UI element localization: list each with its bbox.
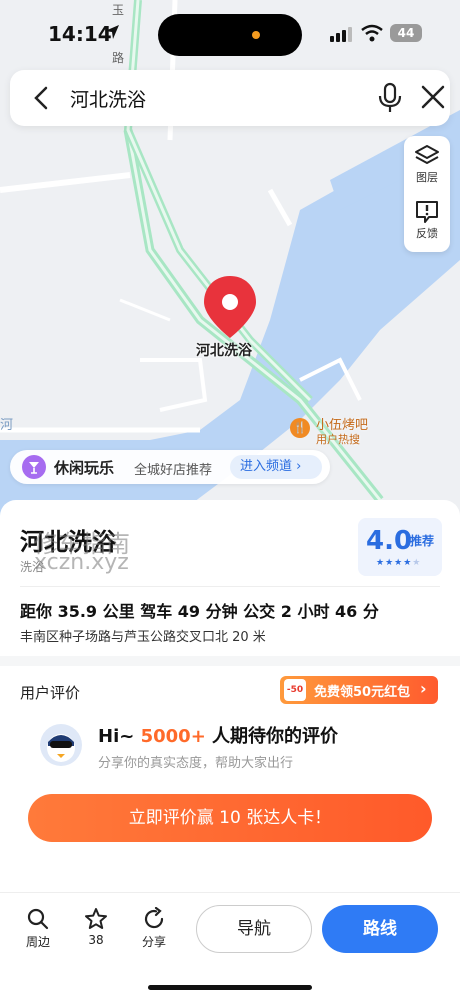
search-icon	[27, 908, 49, 930]
divider	[20, 586, 440, 587]
wifi-icon	[361, 24, 383, 42]
share-label: 分享	[141, 935, 166, 949]
location-arrow-icon	[105, 25, 119, 39]
red-packet-icon: -50	[284, 679, 306, 701]
navigate-button[interactable]: 导航	[196, 905, 312, 953]
watermark-url: xczn.xyz	[34, 550, 129, 575]
leisure-banner[interactable]: 休闲玩乐 全城好店推荐 进入频道 ›	[10, 450, 330, 484]
layers-label: 图层	[416, 171, 438, 184]
feedback-label: 反馈	[416, 227, 438, 240]
star-icon	[85, 908, 107, 929]
search-input[interactable]: 河北洗浴	[70, 85, 146, 112]
write-review-button[interactable]: 立即评价赢 10 张达人卡！	[28, 794, 432, 842]
bottom-bar: 周边 38 分享 导航 路线	[0, 892, 460, 1000]
nearby-button[interactable]: 周边	[18, 907, 58, 950]
poi-tag: 用户热搜	[316, 433, 360, 446]
layers-icon	[415, 145, 439, 164]
status-bar: 14:14 44	[0, 0, 460, 68]
chevron-right-icon: ›	[296, 459, 302, 474]
coupon-text: 免费领50元红包	[314, 685, 411, 700]
feedback-button[interactable]: 反馈	[404, 200, 450, 241]
coupon-banner[interactable]: -50 免费领50元红包 ›	[280, 676, 438, 704]
hi-suffix: 人期待你的评价	[205, 726, 339, 747]
route-summary: 距你 35.9 公里 驾车 49 分钟 公交 2 小时 46 分	[20, 602, 379, 621]
nearby-label: 周边	[25, 935, 50, 949]
star-rating-icon: ★★★★★	[376, 558, 422, 568]
close-icon[interactable]	[420, 84, 446, 110]
reviews-heading: 用户评价	[20, 684, 81, 702]
cocktail-icon	[22, 455, 46, 479]
restaurant-poi-icon[interactable]: 🍴	[290, 418, 310, 438]
home-indicator	[148, 985, 312, 990]
layers-button[interactable]: 图层	[404, 144, 450, 185]
map-tools: 图层 反馈	[404, 136, 450, 252]
share-button[interactable]: 分享	[134, 907, 174, 950]
feedback-icon	[416, 201, 438, 223]
favorite-count: 38	[88, 933, 104, 947]
back-icon[interactable]	[28, 84, 56, 112]
address[interactable]: 丰南区种子场路与芦玉公路交叉口北 20 米	[20, 626, 266, 645]
chevron-right-icon: ›	[420, 679, 427, 698]
favorite-button[interactable]: 38	[76, 907, 116, 947]
section-separator	[0, 656, 460, 666]
pin-label[interactable]: 河北洗浴	[196, 340, 252, 360]
battery-icon: 44	[390, 24, 422, 42]
share-icon	[144, 907, 164, 929]
hi-count: 5000+	[140, 726, 206, 747]
leisure-subtitle: 全城好店推荐	[134, 463, 213, 478]
rating-box[interactable]: 4.0 推荐 ★★★★★	[358, 518, 442, 576]
privacy-dot-icon	[252, 31, 260, 39]
signal-icon	[330, 27, 352, 42]
review-invite-sub: 分享你的真实态度，帮助大家出行	[98, 756, 294, 771]
microphone-icon[interactable]	[376, 82, 404, 114]
rating-score: 4.0	[366, 526, 413, 556]
hi-prefix: Hi~	[98, 726, 141, 747]
leisure-title: 休闲玩乐	[54, 459, 115, 477]
search-bar[interactable]: 河北洗浴	[10, 70, 450, 126]
enter-channel-button[interactable]: 进入频道 ›	[230, 455, 322, 479]
dynamic-island	[158, 14, 302, 56]
route-button[interactable]: 路线	[322, 905, 438, 953]
status-time: 14:14	[48, 22, 112, 46]
mascot-avatar	[40, 724, 82, 766]
rating-tag: 推荐	[410, 534, 435, 548]
review-invite: Hi~ 5000+ 人期待你的评价	[98, 722, 338, 748]
river-label: 河	[0, 418, 14, 433]
enter-channel-label: 进入频道	[240, 459, 293, 474]
